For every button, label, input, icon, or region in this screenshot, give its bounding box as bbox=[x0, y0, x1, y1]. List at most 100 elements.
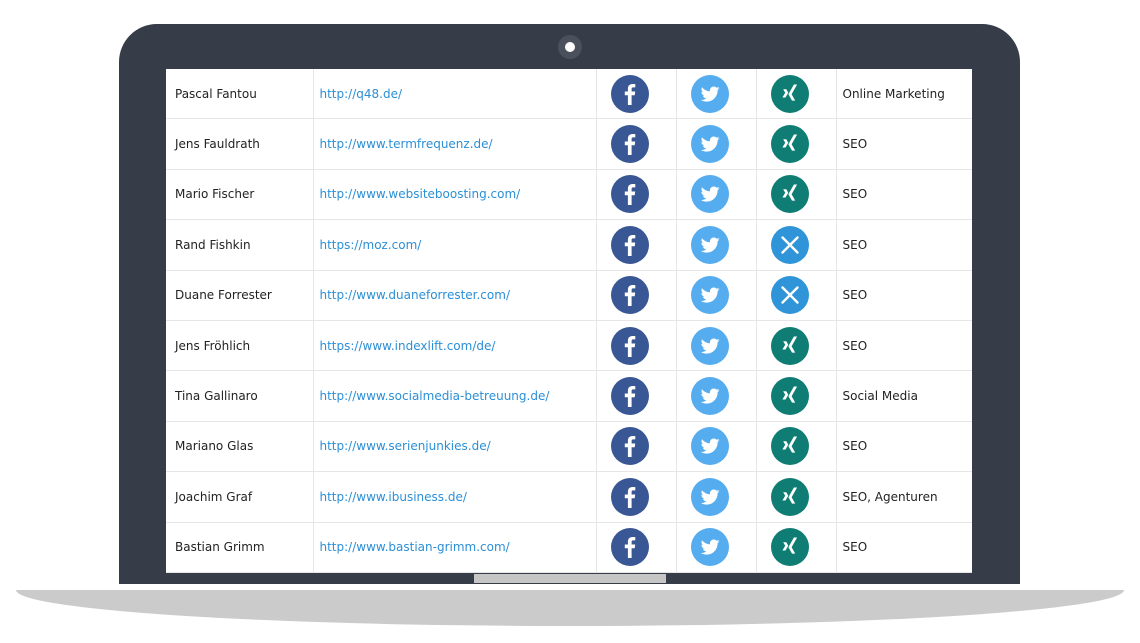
twitter-icon[interactable] bbox=[691, 276, 729, 315]
twitter-cell bbox=[676, 421, 757, 473]
url-cell: https://moz.com/ bbox=[313, 219, 597, 271]
facebook-icon[interactable] bbox=[611, 377, 649, 416]
website-link[interactable]: http://q48.de/ bbox=[320, 87, 403, 101]
laptop-screen: Pascal Fantou http://q48.de/Online Market… bbox=[166, 69, 972, 573]
category-cell: SEO bbox=[836, 522, 972, 573]
facebook-icon[interactable] bbox=[611, 477, 649, 516]
category-cell: SEO, Agenturen bbox=[836, 471, 972, 523]
facebook-cell bbox=[596, 270, 677, 321]
xing-cell bbox=[756, 69, 837, 120]
url-cell: http://www.ibusiness.de/ bbox=[313, 471, 597, 523]
name-cell: Jens Fauldrath bbox=[166, 118, 314, 170]
url-cell: http://www.socialmedia-betreuung.de/ bbox=[313, 370, 597, 422]
xing-icon[interactable] bbox=[771, 175, 809, 214]
xing-cell bbox=[756, 471, 837, 523]
expert-table: Pascal Fantou http://q48.de/Online Market… bbox=[166, 69, 972, 573]
facebook-icon[interactable] bbox=[611, 276, 649, 315]
facebook-icon[interactable] bbox=[611, 125, 649, 164]
facebook-cell bbox=[596, 118, 677, 170]
website-link[interactable]: http://www.termfrequenz.de/ bbox=[320, 137, 493, 151]
twitter-cell bbox=[676, 169, 757, 221]
name-cell: Bastian Grimm bbox=[166, 522, 314, 573]
camera-icon bbox=[558, 35, 582, 59]
url-cell: http://www.termfrequenz.de/ bbox=[313, 118, 597, 170]
name-cell: Mario Fischer bbox=[166, 169, 314, 221]
url-cell: http://q48.de/ bbox=[313, 69, 597, 120]
table-row: Jens Fauldrath http://www.termfrequenz.de… bbox=[166, 118, 972, 170]
website-link[interactable]: http://www.websiteboosting.com/ bbox=[320, 187, 521, 201]
twitter-icon[interactable] bbox=[691, 225, 729, 264]
url-cell: http://www.duaneforrester.com/ bbox=[313, 270, 597, 321]
xing-icon[interactable] bbox=[771, 427, 809, 466]
twitter-cell bbox=[676, 471, 757, 523]
facebook-cell bbox=[596, 370, 677, 422]
website-link[interactable]: https://www.indexlift.com/de/ bbox=[320, 339, 496, 353]
url-cell: http://www.websiteboosting.com/ bbox=[313, 169, 597, 221]
xing-cell bbox=[756, 219, 837, 271]
category-cell: Social Media bbox=[836, 370, 972, 422]
facebook-cell bbox=[596, 421, 677, 473]
table-row: Jens Fröhlich https://www.indexlift.com/d… bbox=[166, 320, 972, 372]
category-cell: Online Marketing bbox=[836, 69, 972, 120]
table-row: Joachim Graf http://www.ibusiness.de/SEO,… bbox=[166, 471, 972, 523]
name-cell: Rand Fishkin bbox=[166, 219, 314, 271]
name-cell: Joachim Graf bbox=[166, 471, 314, 523]
xing-icon[interactable] bbox=[771, 326, 809, 365]
facebook-cell bbox=[596, 219, 677, 271]
table-row: Rand Fishkin https://moz.com/SEO bbox=[166, 219, 972, 271]
name-cell: Jens Fröhlich bbox=[166, 320, 314, 372]
website-link[interactable]: http://www.ibusiness.de/ bbox=[320, 490, 467, 504]
xing-cell bbox=[756, 270, 837, 321]
facebook-icon[interactable] bbox=[611, 225, 649, 264]
website-link[interactable]: http://www.bastian-grimm.com/ bbox=[320, 540, 510, 554]
twitter-icon[interactable] bbox=[691, 74, 729, 113]
table-row: Bastian Grimm http://www.bastian-grimm.co… bbox=[166, 522, 972, 573]
twitter-icon[interactable] bbox=[691, 477, 729, 516]
name-cell: Pascal Fantou bbox=[166, 69, 314, 120]
facebook-icon[interactable] bbox=[611, 326, 649, 365]
close-icon bbox=[771, 225, 809, 264]
xing-cell bbox=[756, 320, 837, 372]
facebook-icon[interactable] bbox=[611, 175, 649, 214]
category-cell: SEO bbox=[836, 421, 972, 473]
twitter-icon[interactable] bbox=[691, 326, 729, 365]
category-cell: SEO bbox=[836, 219, 972, 271]
category-cell: SEO bbox=[836, 169, 972, 221]
twitter-icon[interactable] bbox=[691, 125, 729, 164]
twitter-icon[interactable] bbox=[691, 427, 729, 466]
xing-icon[interactable] bbox=[771, 125, 809, 164]
website-link[interactable]: http://www.socialmedia-betreuung.de/ bbox=[320, 389, 550, 403]
name-cell: Duane Forrester bbox=[166, 270, 314, 321]
table-row: Mario Fischer http://www.websiteboosting.… bbox=[166, 169, 972, 221]
xing-icon[interactable] bbox=[771, 477, 809, 516]
facebook-icon[interactable] bbox=[611, 528, 649, 567]
facebook-cell bbox=[596, 522, 677, 573]
twitter-icon[interactable] bbox=[691, 528, 729, 567]
xing-icon[interactable] bbox=[771, 377, 809, 416]
twitter-icon[interactable] bbox=[691, 175, 729, 214]
xing-icon[interactable] bbox=[771, 528, 809, 567]
twitter-cell bbox=[676, 522, 757, 573]
xing-cell bbox=[756, 522, 837, 573]
website-link[interactable]: http://www.duaneforrester.com/ bbox=[320, 288, 510, 302]
twitter-cell bbox=[676, 270, 757, 321]
xing-icon[interactable] bbox=[771, 74, 809, 113]
twitter-icon[interactable] bbox=[691, 377, 729, 416]
table-row: Tina Gallinaro http://www.socialmedia-bet… bbox=[166, 370, 972, 422]
close-icon bbox=[771, 276, 809, 315]
facebook-icon[interactable] bbox=[611, 74, 649, 113]
facebook-cell bbox=[596, 69, 677, 120]
laptop-notch bbox=[474, 574, 666, 583]
laptop-base bbox=[16, 590, 1124, 626]
url-cell: http://www.bastian-grimm.com/ bbox=[313, 522, 597, 573]
website-link[interactable]: http://www.serienjunkies.de/ bbox=[320, 439, 491, 453]
twitter-cell bbox=[676, 320, 757, 372]
xing-cell bbox=[756, 421, 837, 473]
url-cell: https://www.indexlift.com/de/ bbox=[313, 320, 597, 372]
website-link[interactable]: https://moz.com/ bbox=[320, 238, 422, 252]
table-row: Duane Forrester http://www.duaneforrester… bbox=[166, 270, 972, 321]
twitter-cell bbox=[676, 370, 757, 422]
category-cell: SEO bbox=[836, 270, 972, 321]
category-cell: SEO bbox=[836, 118, 972, 170]
facebook-icon[interactable] bbox=[611, 427, 649, 466]
